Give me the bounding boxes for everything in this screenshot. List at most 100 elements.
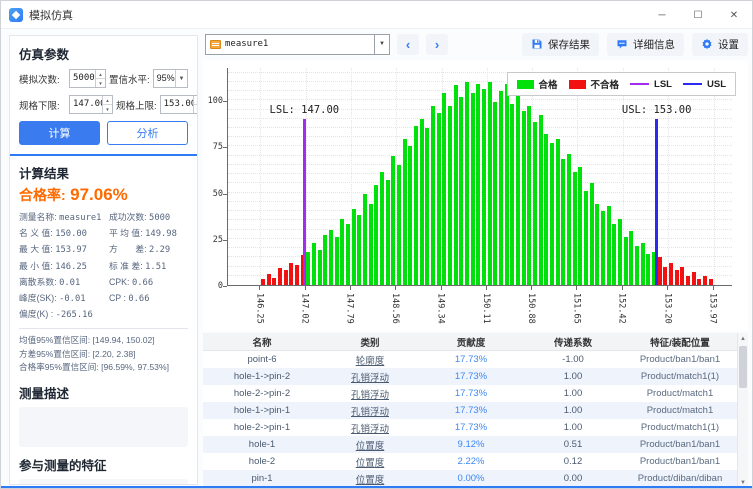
table-cell[interactable]: 孔销浮动 [321, 370, 419, 384]
table-scrollbar[interactable]: ▲ ▼ [737, 333, 748, 488]
table-cell: Product/match1 [623, 405, 737, 416]
table-cell[interactable]: 0.00% [419, 473, 523, 484]
table-cell: hole-2->pin-1 [203, 422, 321, 433]
histogram-bar [556, 139, 560, 285]
table-cell[interactable]: 孔销浮动 [321, 404, 419, 418]
histogram-bar [522, 111, 526, 285]
spin-down-icon[interactable]: ▼ [194, 105, 198, 113]
pass-rate-label: 合格率: [19, 187, 66, 203]
table-row[interactable]: hole-2->pin-1孔销浮动17.73%1.00Product/match… [203, 419, 737, 436]
stat-item: 标 准 差: 1.51 [109, 259, 188, 275]
stat-value: 0.66 [128, 294, 149, 304]
lsl-spin-buttons[interactable]: ▲▼ [102, 96, 112, 113]
table-cell[interactable]: 位置度 [321, 438, 419, 452]
table-cell: hole-1 [203, 439, 321, 450]
sim-count-label: 模拟次数: [19, 72, 66, 86]
histogram-bar [363, 194, 367, 285]
x-tick-mark [395, 286, 396, 290]
table-row[interactable]: hole-2位置度2.22%0.12Product/ban1/ban1 [203, 453, 737, 470]
table-row[interactable]: hole-1->pin-1孔销浮动17.73%1.00Product/match… [203, 402, 737, 419]
save-results-button[interactable]: 保存结果 [522, 33, 599, 56]
table-cell[interactable]: 位置度 [321, 472, 419, 486]
settings-button[interactable]: 设置 [692, 33, 748, 56]
confidence-select[interactable]: 95% ▼ [153, 69, 188, 88]
measure-desc-title: 测量描述 [19, 383, 188, 402]
histogram-bar [471, 93, 475, 285]
stat-label: 方 差: [109, 244, 147, 254]
chevron-down-icon[interactable]: ▼ [374, 35, 389, 54]
chevron-down-icon[interactable]: ▼ [175, 70, 187, 87]
usl-spinner[interactable]: 153.00 ▲▼ [160, 95, 198, 114]
scroll-up-icon[interactable]: ▲ [738, 333, 748, 344]
y-tick-mark [223, 147, 227, 148]
measure-desc-box[interactable] [19, 407, 188, 447]
sim-count-spin-buttons[interactable]: ▲▼ [95, 70, 105, 87]
table-row[interactable]: pin-1位置度0.00%0.00Product/diban/diban [203, 470, 737, 487]
table-cell[interactable]: 2.22% [419, 456, 523, 467]
sim-count-value[interactable]: 5000 [70, 70, 95, 87]
sim-count-spinner[interactable]: 5000 ▲▼ [69, 69, 106, 88]
table-cell[interactable]: 17.73% [419, 422, 523, 433]
table-cell[interactable]: 9.12% [419, 439, 523, 450]
window-title: 模拟仿真 [29, 7, 73, 23]
scrollbar-thumb[interactable] [739, 346, 747, 388]
prev-measure-button[interactable]: ‹ [397, 34, 419, 55]
close-button[interactable]: ✕ [716, 1, 752, 29]
spin-up-icon[interactable]: ▲ [96, 70, 105, 79]
table-cell[interactable]: 孔销浮动 [321, 387, 419, 401]
app-window: 模拟仿真 ─ ☐ ✕ 仿真参数 模拟次数: 5000 ▲▼ 置信水平: 95% … [0, 0, 753, 489]
y-tick-label: 50 [203, 189, 223, 199]
histogram-bar [584, 191, 588, 285]
stat-value: -265.16 [56, 310, 93, 320]
spin-up-icon[interactable]: ▲ [103, 96, 112, 105]
table-cell: 1.00 [523, 388, 623, 399]
usl-spin-buttons[interactable]: ▲▼ [193, 96, 198, 113]
table-cell[interactable]: 17.73% [419, 354, 523, 365]
lsl-spinner[interactable]: 147.00 ▲▼ [69, 95, 113, 114]
table-cell: hole-1->pin-1 [203, 405, 321, 416]
table-row[interactable]: hole-1位置度9.12%0.51Product/ban1/ban1 [203, 436, 737, 453]
x-tick-label: 149.34 [436, 293, 446, 324]
table-cell[interactable]: 轮廓度 [321, 353, 419, 367]
table-row[interactable]: hole-2->pin-2孔销浮动17.73%1.00Product/match… [203, 385, 737, 402]
minimize-button[interactable]: ─ [644, 1, 680, 29]
measure-combobox[interactable]: measure1 ▼ [205, 34, 390, 55]
table-cell: 0.12 [523, 456, 623, 467]
window-controls: ─ ☐ ✕ [644, 1, 752, 29]
calculate-button[interactable]: 计算 [19, 121, 100, 145]
histogram-bar [544, 134, 548, 285]
y-tick-mark [223, 194, 227, 195]
x-tick-mark [259, 286, 260, 290]
stat-value: 2.29 [149, 245, 170, 255]
next-measure-button[interactable]: › [426, 34, 448, 55]
y-tick-label: 75 [203, 142, 223, 152]
feature-line: Product: ban1: ban1: point-6 [24, 483, 183, 485]
table-cell[interactable]: 17.73% [419, 405, 523, 416]
measure-combobox-value[interactable]: measure1 [225, 39, 374, 49]
table-row[interactable]: hole-1->pin-2孔销浮动17.73%1.00Product/match… [203, 368, 737, 385]
analyze-button[interactable]: 分析 [107, 121, 188, 145]
features-box[interactable]: Product: ban1: ban1: point-6Product: ban… [19, 479, 188, 485]
confidence-value[interactable]: 95% [154, 70, 175, 87]
histogram-bar [386, 180, 390, 285]
histogram-bar [635, 246, 639, 285]
table-row[interactable]: point-6轮廓度17.73%-1.00Product/ban1/ban1 [203, 351, 737, 368]
table-cell[interactable]: 17.73% [419, 371, 523, 382]
lsl-value[interactable]: 147.00 [70, 96, 102, 113]
table-cell[interactable]: 17.73% [419, 388, 523, 399]
spin-down-icon[interactable]: ▼ [96, 79, 105, 87]
spin-down-icon[interactable]: ▼ [103, 105, 112, 113]
table-cell[interactable]: 孔销浮动 [321, 421, 419, 435]
window-bottom-accent [1, 486, 752, 488]
details-button[interactable]: 详细信息 [607, 33, 684, 56]
maximize-button[interactable]: ☐ [680, 1, 716, 29]
legend-item: USL [683, 79, 726, 90]
stat-label: 标 准 差: [109, 261, 143, 271]
usl-field-label: 规格上限: [116, 98, 157, 112]
spin-up-icon[interactable]: ▲ [194, 96, 198, 105]
plot-area: LSL: 147.00USL: 153.00 [227, 68, 732, 286]
table-cell[interactable]: 位置度 [321, 455, 419, 469]
y-tick-label: 25 [203, 235, 223, 245]
usl-value[interactable]: 153.00 [161, 96, 193, 113]
histogram-bar [318, 250, 322, 285]
